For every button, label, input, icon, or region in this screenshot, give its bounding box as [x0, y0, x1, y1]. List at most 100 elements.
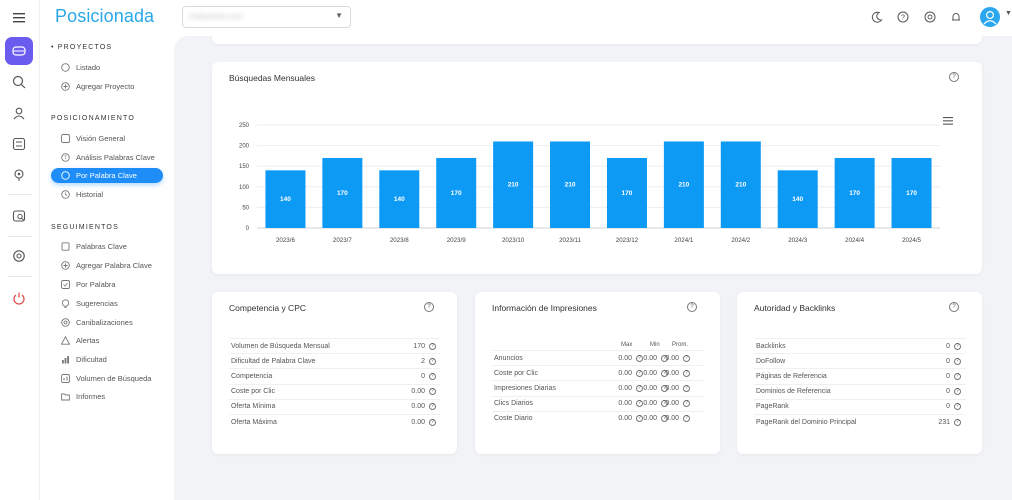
help-icon[interactable]: ?: [429, 342, 436, 350]
y-tick-label: 250: [239, 123, 250, 129]
help-icon[interactable]: ?: [949, 302, 959, 312]
settings-icon[interactable]: [5, 242, 33, 270]
previous-card-bottom: [212, 30, 982, 44]
x-tick-label: 2024/3: [788, 237, 807, 244]
history-icon: [60, 190, 70, 200]
table-row: Coste por Clic 0.00? 0.00? 0.00?: [492, 365, 704, 380]
help-icon[interactable]: ?: [683, 369, 690, 377]
x-tick-label: 2023/7: [333, 237, 352, 244]
table-row: Oferta Mínima 0.00?: [229, 398, 441, 414]
row-label: PageRank: [756, 403, 789, 411]
help-icon[interactable]: ?: [424, 302, 434, 312]
row-value-min: 0.00: [643, 415, 657, 423]
app-logo[interactable]: Posicionada: [55, 6, 154, 27]
row-value-max: 0.00: [618, 384, 632, 392]
table-row: PageRank del Dominio Principal 231?: [754, 414, 966, 429]
row-value: 0: [946, 388, 950, 396]
user-avatar-icon[interactable]: [980, 7, 1000, 27]
sidebar-item-sugerencias[interactable]: Sugerencias: [51, 296, 163, 311]
svg-text:T: T: [63, 156, 66, 162]
y-tick-label: 50: [242, 205, 249, 211]
analysis-icon[interactable]: [5, 202, 33, 230]
row-label: Dificultad de Palabra Clave: [231, 357, 316, 365]
monthly-searches-card: Búsquedas Mensuales ? 0 50 100 150 200 250 140…: [212, 62, 982, 274]
rail-divider: [8, 236, 32, 237]
help-icon[interactable]: ?: [954, 372, 961, 380]
sidebar-item-vision-general[interactable]: Visión General: [51, 131, 163, 146]
ranking-icon[interactable]: [5, 37, 33, 65]
whatsapp-icon[interactable]: [923, 10, 937, 24]
help-icon[interactable]: ?: [954, 418, 961, 426]
sidebar-item-canibalizaciones[interactable]: Canibalizaciones: [51, 315, 163, 330]
bell-icon[interactable]: [949, 10, 963, 24]
x-tick-label: 2023/8: [390, 237, 409, 244]
header-max: Max: [621, 342, 633, 348]
sidebar-item-analisis-palabras-clave[interactable]: T Análisis Palabras Clave: [51, 150, 163, 165]
row-value: 0: [421, 372, 425, 380]
avatar-chevron-down-icon[interactable]: ▼: [1005, 10, 1012, 17]
table-row: Volumen de Búsqueda Mensual 170?: [229, 338, 441, 353]
table-row: Competencia 0?: [229, 368, 441, 383]
help-icon[interactable]: ?: [683, 400, 690, 408]
bar-value-label: 140: [792, 196, 803, 203]
users-icon[interactable]: [5, 99, 33, 127]
folder-icon: [60, 392, 70, 402]
project-select[interactable]: midominio.com ▼: [182, 6, 351, 28]
help-icon[interactable]: ?: [954, 403, 961, 411]
help-icon[interactable]: ?: [683, 384, 690, 392]
monthly-searches-chart: 0 50 100 150 200 250 140 2023/6 170 2023/7 140 2023…: [239, 123, 940, 244]
help-icon[interactable]: ?: [954, 388, 961, 396]
help-icon[interactable]: ?: [429, 388, 436, 396]
search-icon[interactable]: [5, 68, 33, 96]
x-tick-label: 2023/6: [276, 237, 295, 244]
row-label: Anuncios: [494, 354, 523, 362]
help-icon[interactable]: ?: [954, 342, 961, 350]
competencia-cpc-title: Competencia y CPC: [229, 303, 307, 313]
checklist-icon[interactable]: [5, 130, 33, 158]
plus-circle-icon: [60, 82, 70, 92]
sidebar-item-palabras-clave[interactable]: Palabras Clave: [51, 239, 163, 254]
x-tick-label: 2023/10: [502, 237, 525, 244]
moon-icon[interactable]: [870, 10, 884, 24]
help-icon[interactable]: ?: [683, 415, 690, 423]
sidebar-item-informes[interactable]: Informes: [51, 389, 163, 404]
row-value: 0.00: [411, 418, 425, 426]
sidebar-item-historial[interactable]: Historial: [51, 187, 163, 202]
table-row: Impresiones Diarias 0.00? 0.00? 0.00?: [492, 380, 704, 395]
help-icon[interactable]: ?: [429, 357, 436, 365]
help-icon[interactable]: ?: [954, 357, 961, 365]
table-row: DoFollow 0?: [754, 353, 966, 368]
help-icon[interactable]: ?: [429, 403, 436, 411]
sidebar: • PROYECTOS Listado Agregar Proyecto POS…: [40, 36, 174, 500]
sidebar-item-listado[interactable]: Listado: [51, 60, 163, 75]
sidebar-item-dificultad[interactable]: Dificultad: [51, 352, 163, 367]
help-icon[interactable]: ?: [687, 302, 697, 312]
sidebar-item-agregar-palabra-clave[interactable]: Agregar Palabra Clave: [51, 258, 163, 273]
x-tick-label: 2024/2: [731, 237, 750, 244]
row-value-min: 0.00: [643, 384, 657, 392]
section-posicionamiento: POSICIONAMIENTO: [51, 115, 135, 122]
power-icon[interactable]: [5, 284, 33, 312]
row-value: 170: [413, 342, 425, 350]
y-tick-label: 100: [239, 185, 250, 191]
help-icon[interactable]: ?: [683, 354, 690, 362]
bar-value-label: 170: [849, 190, 860, 197]
help-icon[interactable]: ?: [896, 10, 910, 24]
rail-divider: [8, 194, 32, 195]
sidebar-item-por-palabra-clave[interactable]: Por Palabra Clave: [51, 168, 163, 183]
help-icon[interactable]: ?: [429, 372, 436, 380]
help-icon[interactable]: ?: [429, 418, 436, 426]
table-row: Oferta Máxima 0.00?: [229, 414, 441, 429]
y-tick-label: 0: [246, 226, 250, 232]
location-icon[interactable]: [5, 161, 33, 189]
table-row: Backlinks 0?: [754, 338, 966, 353]
sidebar-item-volumen-de-busqueda[interactable]: Volumen de Búsqueda: [51, 371, 163, 386]
bar-value-label: 140: [394, 196, 405, 203]
bar-value-label: 170: [906, 190, 917, 197]
sidebar-item-agregar-proyecto[interactable]: Agregar Proyecto: [51, 79, 163, 94]
sidebar-item-por-palabra[interactable]: Por Palabra: [51, 277, 163, 292]
sidebar-item-alertas[interactable]: Alertas: [51, 333, 163, 348]
bar-value-label: 170: [622, 190, 633, 197]
bar-value-label: 140: [280, 196, 291, 203]
hamburger-menu-icon[interactable]: [5, 4, 33, 32]
